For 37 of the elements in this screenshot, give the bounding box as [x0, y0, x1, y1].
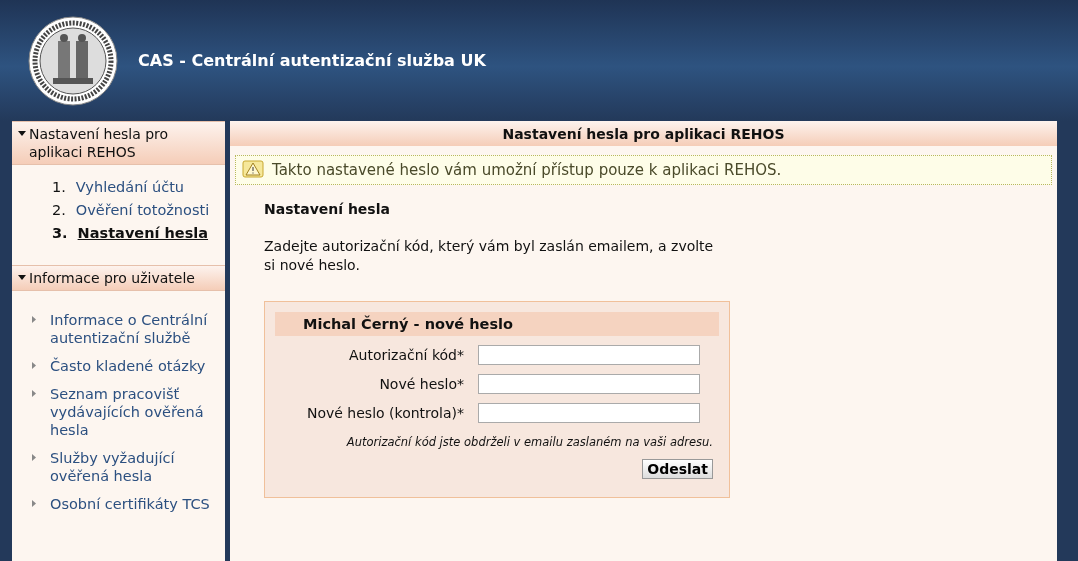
input-field[interactable] — [478, 345, 700, 365]
input-field[interactable] — [478, 374, 700, 394]
step-number: 2. — [52, 202, 66, 218]
collapse-icon[interactable] — [18, 275, 26, 280]
bullet-icon — [32, 316, 36, 323]
step-link[interactable]: Ověření totožnosti — [75, 202, 210, 218]
section-title: Informace pro uživatele — [29, 269, 195, 287]
field-label: Nové heslo* — [379, 376, 464, 392]
step-number: 1. — [52, 179, 66, 195]
step-link[interactable]: Nastavení hesla — [77, 225, 209, 241]
field-label: Nové heslo (kontrola)* — [307, 405, 464, 421]
bullet-icon — [32, 454, 36, 461]
form-note: Autorizační kód jste obdrželi v emailu zaslaném na vaši adresu. — [345, 435, 714, 449]
info-link[interactable]: Informace o Centrální autentizační službě — [50, 311, 217, 347]
info-link[interactable]: Služby vyžadující ověřená hesla — [50, 449, 217, 485]
intro-text: Zadejte autorizační kód, který vám byl zaslán emailem, a zvolte si nové heslo. — [264, 237, 714, 275]
collapse-icon[interactable] — [18, 131, 26, 136]
warning-icon — [242, 160, 264, 180]
bullet-icon — [32, 390, 36, 397]
input-field[interactable] — [478, 403, 700, 423]
site-title: CAS - Centrální autentizační služba UK — [138, 51, 486, 70]
step-number: 3. — [52, 225, 68, 241]
section-title: Nastavení hesla pro aplikaci REHOS — [29, 125, 170, 161]
section-header[interactable]: Nastavení hesla pro aplikaci REHOS — [12, 121, 225, 165]
section-header[interactable]: Informace pro uživatele — [12, 265, 225, 291]
step-link[interactable]: Vyhledání účtu — [75, 179, 185, 195]
info-link[interactable]: Seznam pracovišť vydávajících ověřená hesla — [50, 385, 217, 439]
notice-text: Takto nastavené heslo vám umožní přístup pouze k aplikaci REHOS. — [272, 161, 782, 179]
info-link[interactable]: Osobní certifikáty TCS — [50, 495, 210, 513]
section-heading: Nastavení hesla — [264, 201, 391, 217]
field-label: Autorizační kód* — [348, 347, 464, 363]
submit-button[interactable]: Odeslat — [642, 459, 713, 479]
bullet-icon — [32, 500, 36, 507]
panel-title: Nastavení hesla pro aplikaci REHOS — [230, 121, 1057, 146]
form-title: Michal Černý - nové heslo — [275, 312, 719, 336]
info-link[interactable]: Často kladené otázky — [50, 357, 206, 375]
bullet-icon — [32, 362, 36, 369]
